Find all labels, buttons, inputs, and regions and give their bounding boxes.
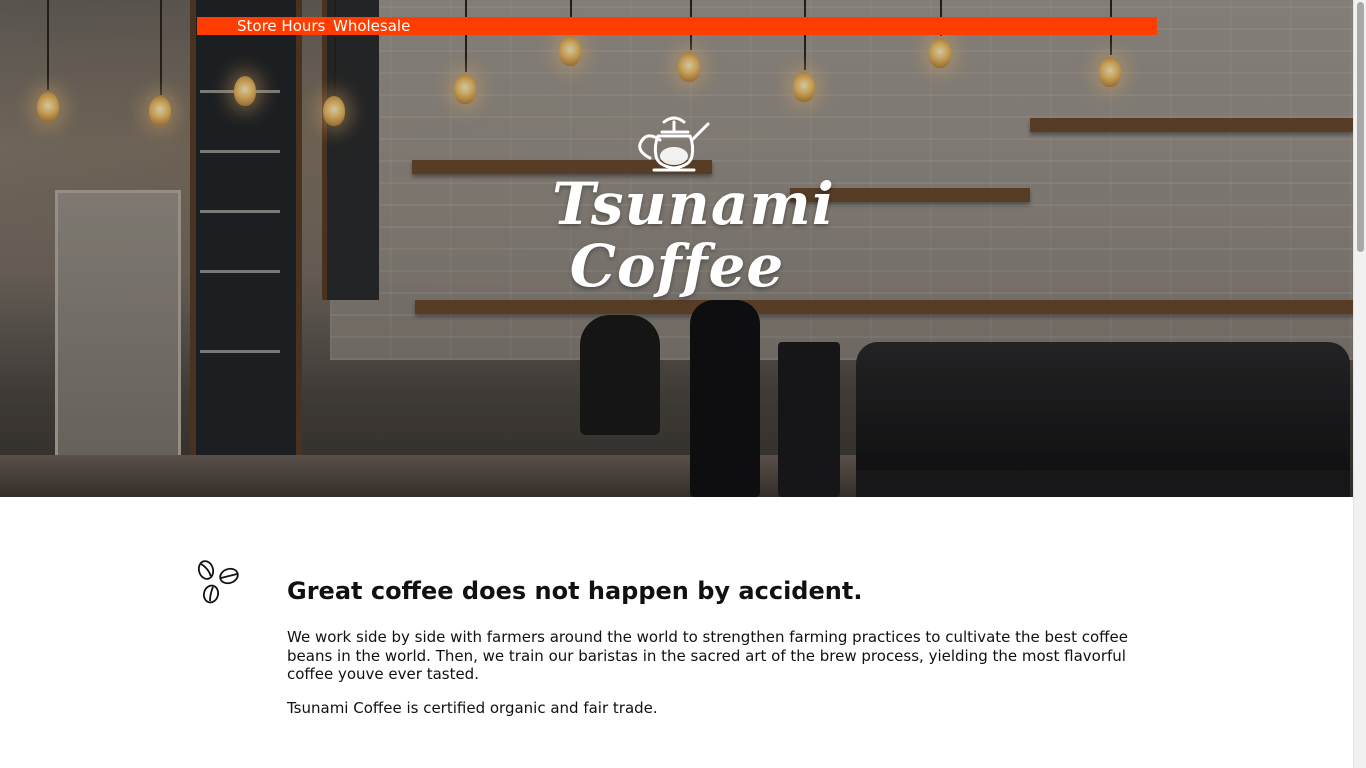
logo-text-line-1: Tsunami xyxy=(552,170,835,238)
kettle-icon xyxy=(638,116,710,172)
intro-section: Great coffee does not happen by accident… xyxy=(0,497,1354,768)
scrollbar-thumb[interactable] xyxy=(1357,2,1364,252)
nav-store-hours-link[interactable]: Store Hours xyxy=(237,17,325,35)
certification-paragraph: Tsunami Coffee is certified organic and … xyxy=(287,699,658,717)
intro-headline: Great coffee does not happen by accident… xyxy=(287,577,863,605)
nav-wholesale-link[interactable]: Wholesale xyxy=(333,17,410,35)
site-logo[interactable]: Tsunami Coffee xyxy=(552,112,835,302)
vertical-scrollbar[interactable] xyxy=(1353,0,1366,768)
page: Store Hours Wholesale Tsunami Coffee Gre… xyxy=(0,0,1366,768)
intro-paragraph: We work side by side with farmers around… xyxy=(287,628,1128,683)
logo-text-line-2: Coffee xyxy=(569,232,785,300)
coffee-beans-icon xyxy=(197,560,239,604)
top-nav: Store Hours Wholesale xyxy=(197,17,1157,35)
